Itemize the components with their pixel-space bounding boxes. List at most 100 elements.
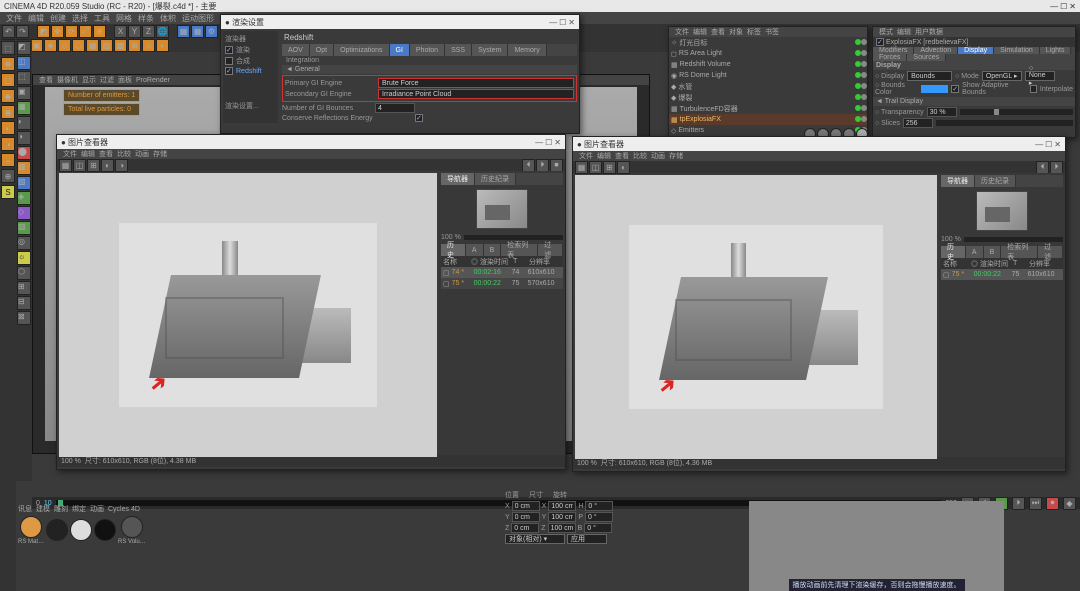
tab[interactable]: SSS xyxy=(445,44,472,56)
material-ball[interactable] xyxy=(121,516,143,538)
panel-titlebar[interactable]: ● 渲染设置 — ☐ ✕ xyxy=(221,15,579,29)
minimize-icon[interactable]: — xyxy=(535,138,543,147)
vp-menu[interactable]: 显示 xyxy=(82,75,96,85)
record-icon[interactable]: ⏺ xyxy=(1046,497,1059,510)
tab[interactable]: 过滤 xyxy=(538,244,563,256)
slices-input[interactable] xyxy=(903,118,933,128)
tree-item[interactable]: ◉RS Dome Light xyxy=(669,70,867,81)
tab[interactable]: Memory xyxy=(508,44,546,56)
menu-item[interactable]: 编辑 xyxy=(897,27,911,37)
pos-y-input[interactable] xyxy=(512,512,540,522)
maximize-icon[interactable]: ☐ xyxy=(545,138,552,147)
axis-z-icon[interactable]: Z xyxy=(142,25,155,38)
visibility-dots[interactable] xyxy=(855,116,867,124)
tool-icon[interactable]: ⬡ xyxy=(72,39,85,52)
tree-item[interactable]: ▦Redshift Volume xyxy=(669,59,867,70)
render-canvas[interactable]: ➔ 🦌 xyxy=(575,175,937,459)
live-select-icon[interactable]: ⬚ xyxy=(1,41,15,55)
visibility-dots[interactable] xyxy=(855,50,867,58)
render-view-icon[interactable]: ▦ xyxy=(191,25,204,38)
tab-history[interactable]: 历史纪录 xyxy=(975,175,1016,187)
close-icon[interactable]: ✕ xyxy=(1054,140,1061,149)
tool-icon[interactable]: ◎ xyxy=(17,236,31,250)
tool-icon[interactable]: ◑ xyxy=(115,159,128,172)
slider[interactable] xyxy=(936,120,1073,126)
footer-text[interactable]: 渲染设置... xyxy=(225,101,259,111)
close-icon[interactable]: ✕ xyxy=(1069,2,1076,11)
material-ball[interactable] xyxy=(20,516,42,538)
tool-icon[interactable]: ◐ xyxy=(17,116,31,130)
close-icon[interactable]: ✕ xyxy=(568,18,575,27)
menu-item[interactable]: 书签 xyxy=(765,27,779,37)
tab[interactable]: 绑定 xyxy=(72,504,86,514)
tool-icon[interactable]: ◫ xyxy=(73,159,86,172)
tool-icon[interactable]: ⊞ xyxy=(128,39,141,52)
coord-mode-dropdown[interactable]: 对象(相对) ▾ xyxy=(505,534,565,544)
history-row[interactable]: ▢75 *00:00:2275570x610 xyxy=(441,278,563,289)
tool-icon[interactable]: ⊠ xyxy=(17,311,31,325)
tab[interactable]: Opt xyxy=(310,44,334,56)
visibility-dots[interactable] xyxy=(855,61,867,69)
tab[interactable]: 历史 xyxy=(441,244,466,256)
menu-item[interactable]: 网格 xyxy=(116,13,132,24)
vp-menu[interactable]: 过滤 xyxy=(100,75,114,85)
tab[interactable]: 雕刻 xyxy=(54,504,68,514)
menu-item[interactable]: 文件 xyxy=(63,149,77,159)
tool-icon[interactable]: ⊕ xyxy=(93,25,106,38)
tool-icon[interactable]: ◑ xyxy=(1,137,15,151)
checkbox[interactable] xyxy=(951,85,959,93)
rot-b-input[interactable] xyxy=(584,523,612,533)
tool-icon[interactable]: ◈ xyxy=(17,191,31,205)
tree-item[interactable]: ◻RS Area Light xyxy=(669,48,867,59)
tool-icon[interactable]: ⏹ xyxy=(550,159,563,172)
tool-icon[interactable]: ◫ xyxy=(17,56,31,70)
menu-item[interactable]: 编辑 xyxy=(81,149,95,159)
tab[interactable]: A xyxy=(466,244,484,256)
menu-item[interactable]: 标签 xyxy=(747,27,761,37)
vp-menu[interactable]: 摄像机 xyxy=(57,75,78,85)
tool-icon[interactable]: ⊕ xyxy=(1,169,15,183)
tool-icon[interactable]: ⟳ xyxy=(65,25,78,38)
section-header[interactable]: ◄ Trail Display xyxy=(873,97,1075,106)
tool-icon[interactable]: ◩ xyxy=(17,41,31,55)
apply-button[interactable]: 应用 xyxy=(567,534,607,544)
maximize-icon[interactable]: ☐ xyxy=(559,18,566,27)
menu-item[interactable]: 编辑 xyxy=(28,13,44,24)
tool-icon[interactable]: ▦ xyxy=(86,39,99,52)
tool-icon[interactable]: ◒ xyxy=(1,153,15,167)
tab[interactable]: Cycles 4D xyxy=(108,506,140,513)
menu-item[interactable]: 创建 xyxy=(50,13,66,24)
tool-icon[interactable]: ▢ xyxy=(1,73,15,87)
tool-icon[interactable]: ▩ xyxy=(17,161,31,175)
tab[interactable]: Advection xyxy=(914,47,958,54)
axis-y-icon[interactable]: Y xyxy=(128,25,141,38)
tool-icon[interactable]: ▣ xyxy=(17,86,31,100)
tab[interactable]: B xyxy=(984,246,1002,258)
tool-icon[interactable]: ◐ xyxy=(156,39,169,52)
thumbnail[interactable] xyxy=(476,189,528,229)
tree-item[interactable]: ▦TurbulenceFD容器 xyxy=(669,103,867,114)
tool-icon[interactable]: ⬤ xyxy=(17,146,31,160)
tool-icon[interactable]: ◑ xyxy=(17,131,31,145)
goto-end-icon[interactable]: ⏭ xyxy=(1029,497,1042,510)
tool-icon[interactable]: ▦ xyxy=(17,101,31,115)
tab[interactable]: Photon xyxy=(410,44,445,56)
tool-icon[interactable]: ◐ xyxy=(1,121,15,135)
redo-icon[interactable]: ↷ xyxy=(16,25,29,38)
tool-icon[interactable]: ☼ xyxy=(142,39,155,52)
vp-menu[interactable]: 面板 xyxy=(118,75,132,85)
tab[interactable]: 检索列表 xyxy=(501,244,538,256)
menu-item[interactable]: 存储 xyxy=(669,151,683,161)
tab-navigator[interactable]: 导航器 xyxy=(941,175,975,187)
move-tool-icon[interactable]: ✥ xyxy=(1,57,15,71)
tree-item[interactable]: ◆水管 xyxy=(669,81,867,92)
menu-item[interactable]: 模式 xyxy=(879,27,893,37)
vp-menu[interactable]: ProRender xyxy=(136,77,170,84)
material-ball[interactable] xyxy=(94,519,116,541)
slider[interactable] xyxy=(960,109,1073,115)
menu-item[interactable]: 查看 xyxy=(711,27,725,37)
close-icon[interactable]: ✕ xyxy=(554,138,561,147)
menu-item[interactable]: 编辑 xyxy=(597,151,611,161)
tab[interactable]: 检索列表 xyxy=(1001,246,1038,258)
menu-item[interactable]: 样条 xyxy=(138,13,154,24)
